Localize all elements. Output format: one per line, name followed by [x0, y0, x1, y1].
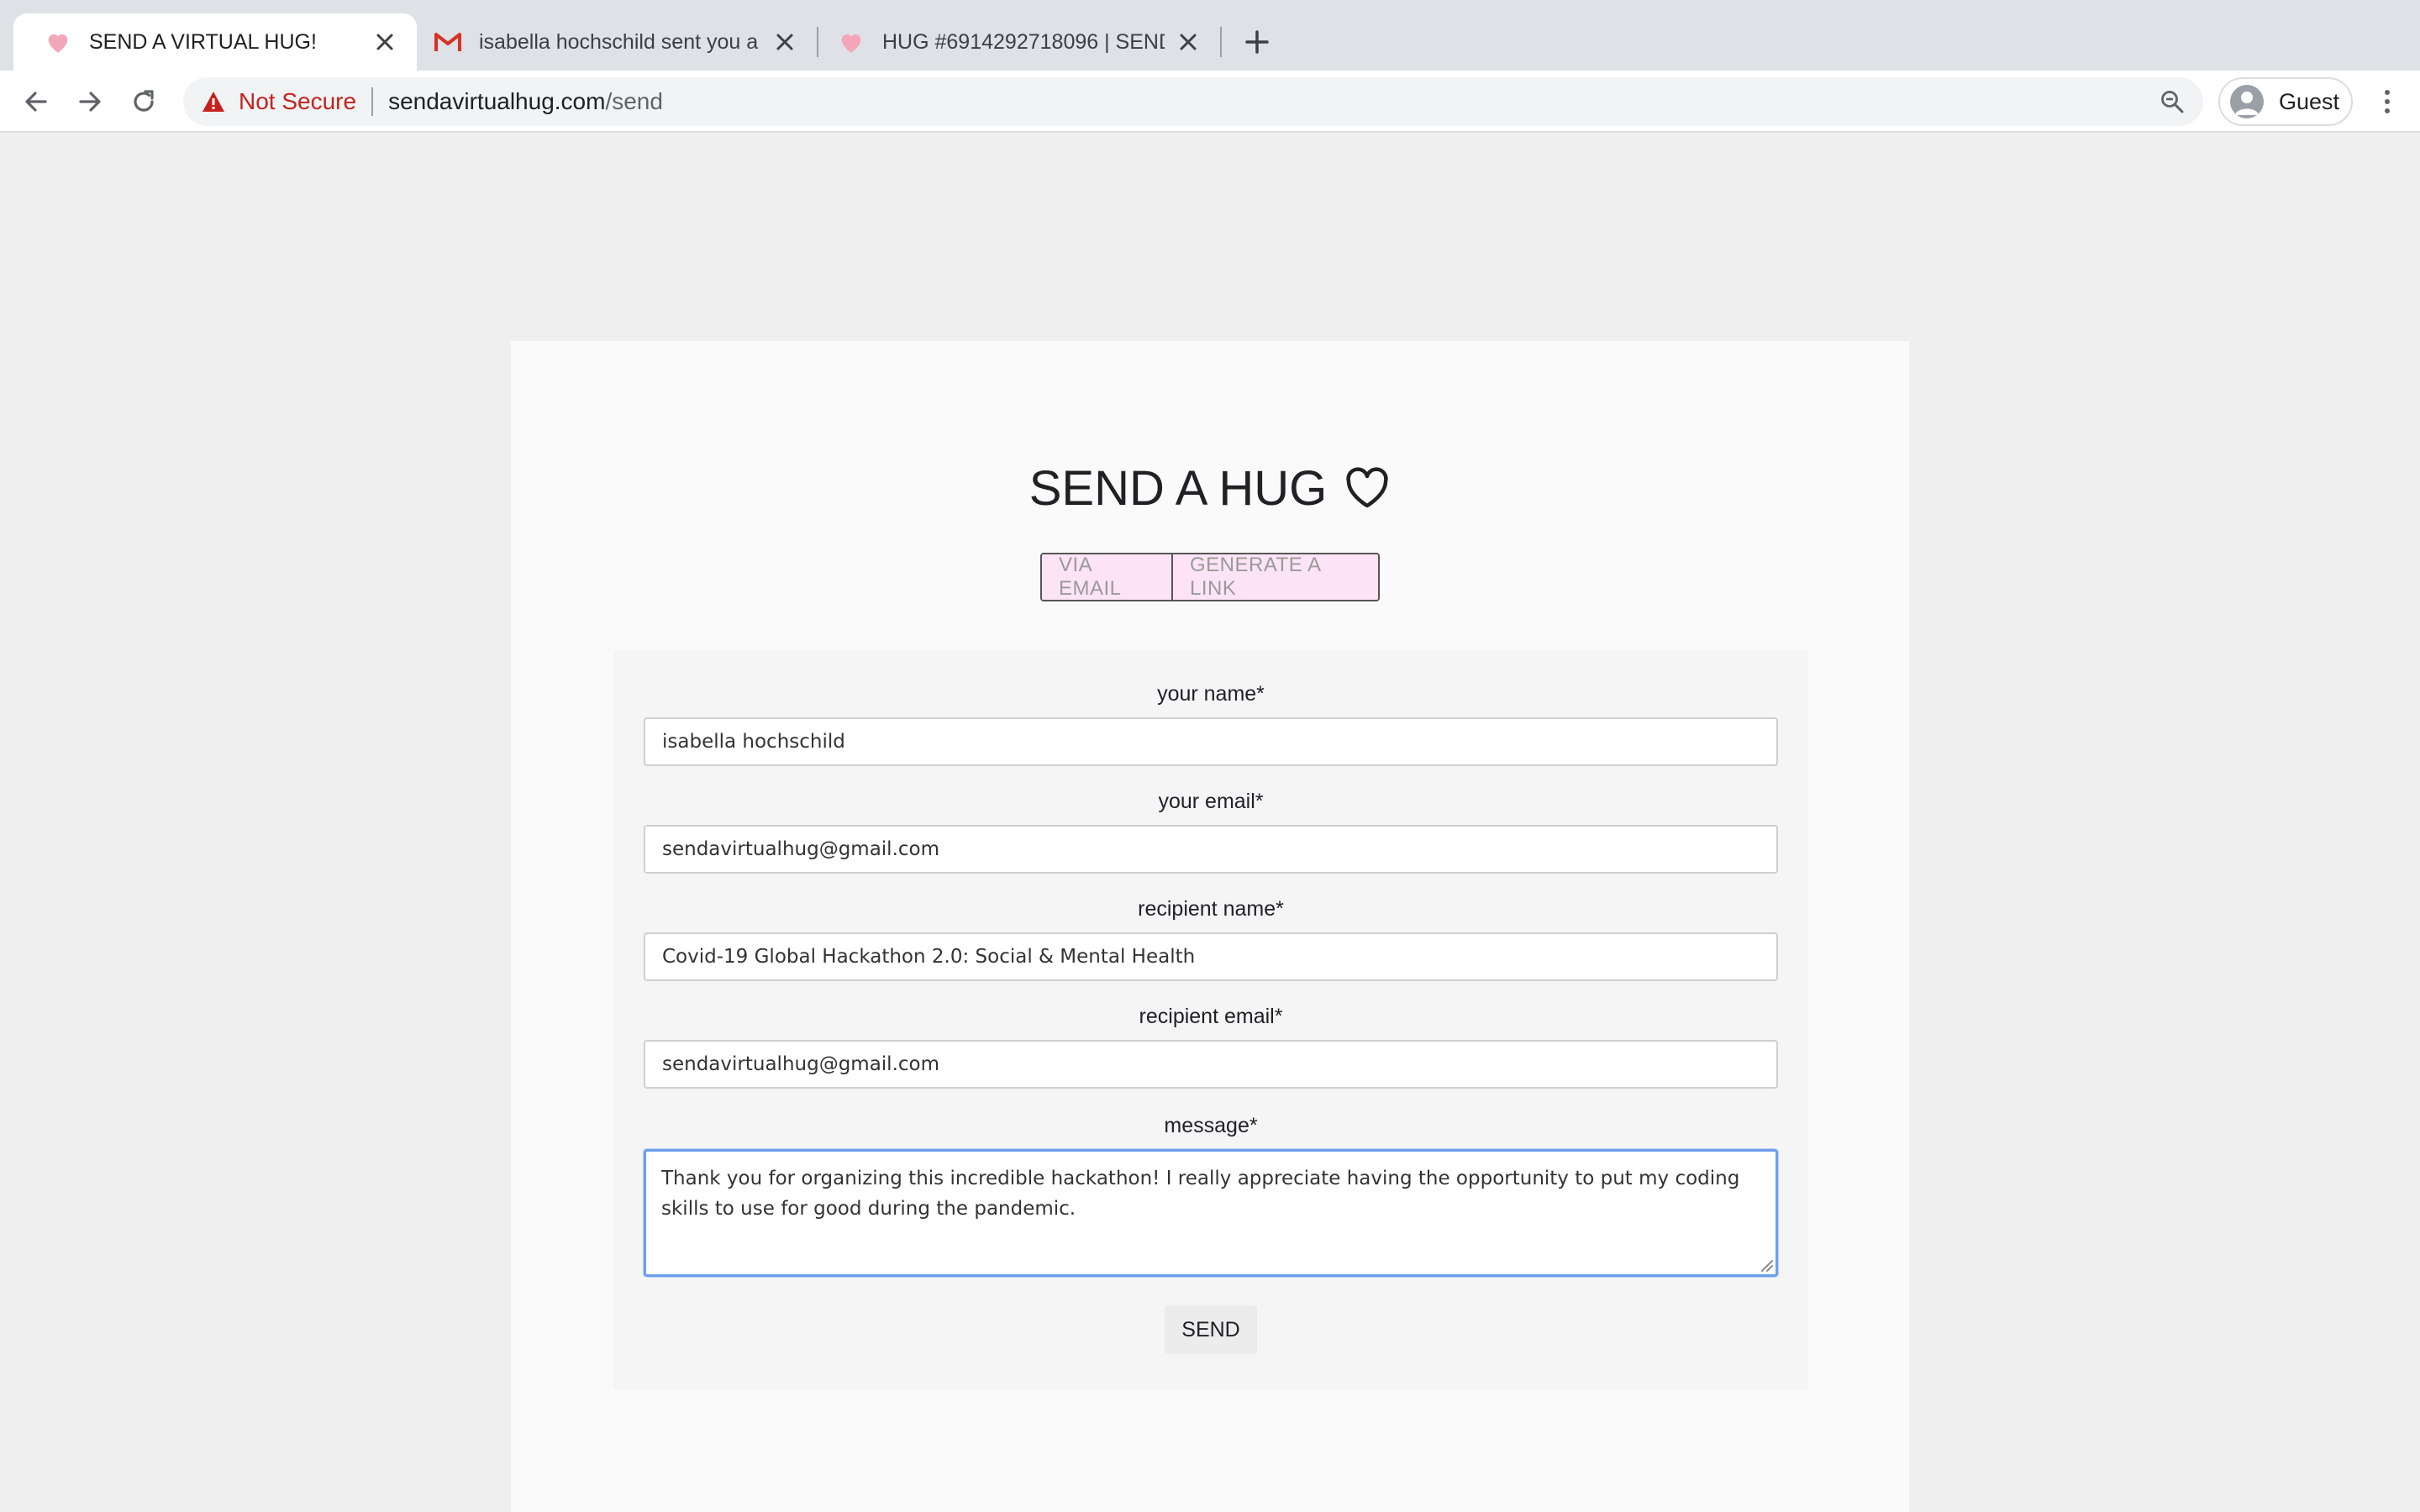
via-email-button[interactable]: VIA EMAIL: [1042, 554, 1171, 600]
arrow-right-icon: [79, 92, 101, 112]
recipient-email-input[interactable]: sendavirtualhug@gmail.com: [644, 1040, 1778, 1089]
close-icon[interactable]: [770, 27, 800, 57]
tab-separator: [1220, 27, 1222, 57]
reload-button[interactable]: [124, 82, 163, 121]
tab-strip: SEND A VIRTUAL HUG! isabella hochschild …: [0, 0, 2420, 71]
divider: [371, 87, 374, 116]
heart-icon: [44, 28, 72, 56]
tab-title: HUG #6914292718096 | SEND: [882, 29, 1165, 54]
address-bar[interactable]: Not Secure sendavirtualhug.com/send: [183, 77, 2203, 126]
heart-outline-icon: [1344, 465, 1391, 512]
close-icon[interactable]: [370, 27, 400, 57]
avatar-icon: [2230, 85, 2264, 118]
plus-icon: [1245, 30, 1269, 54]
message-text: Thank you for organizing this incredible…: [661, 1168, 1740, 1220]
resize-handle-icon[interactable]: [1759, 1257, 1774, 1273]
tab-separator: [817, 27, 818, 57]
your-name-label: your name*: [1157, 682, 1265, 706]
back-button[interactable]: [17, 82, 55, 121]
recipient-email-label: recipient email*: [1139, 1005, 1283, 1028]
url-path: /send: [605, 88, 663, 114]
warning-icon[interactable]: [198, 87, 229, 117]
profile-button[interactable]: Guest: [2218, 77, 2353, 126]
forward-button[interactable]: [71, 82, 109, 121]
tab-title: SEND A VIRTUAL HUG!: [89, 29, 317, 54]
send-button[interactable]: SEND: [1165, 1305, 1257, 1354]
url-host: sendavirtualhug.com: [388, 88, 606, 114]
hug-form: your name* isabella hochschild your emai…: [613, 650, 1808, 1389]
security-status[interactable]: Not Secure: [239, 88, 356, 115]
heart-icon: [837, 28, 865, 56]
message-label: message*: [1164, 1114, 1258, 1137]
send-mode-toggle: VIA EMAIL GENERATE A LINK: [1040, 553, 1380, 601]
your-email-label: your email*: [1158, 790, 1264, 813]
message-textarea[interactable]: Thank you for organizing this incredible…: [644, 1149, 1778, 1277]
browser-toolbar: Not Secure sendavirtualhug.com/send Gues…: [0, 71, 2420, 133]
arrow-left-icon: [25, 92, 47, 112]
close-icon[interactable]: [1173, 27, 1203, 57]
menu-button[interactable]: [2368, 82, 2407, 121]
more-vertical-icon: [2385, 90, 2390, 113]
zoom-icon[interactable]: [2156, 86, 2188, 118]
reload-icon: [134, 90, 154, 112]
profile-label: Guest: [2279, 88, 2340, 114]
page-title: SEND A HUG: [511, 460, 1909, 517]
tab-send-a-virtual-hug[interactable]: SEND A VIRTUAL HUG!: [13, 13, 417, 71]
tab-gmail[interactable]: isabella hochschild sent you a: [417, 13, 817, 71]
tab-title: isabella hochschild sent you a: [479, 29, 759, 54]
generate-link-button[interactable]: GENERATE A LINK: [1171, 554, 1378, 600]
send-hug-card: SEND A HUG VIA EMAIL GENERATE A LINK you…: [511, 341, 1909, 1512]
gmail-icon: [434, 28, 462, 56]
your-name-input[interactable]: isabella hochschild: [644, 717, 1778, 766]
recipient-name-input[interactable]: Covid-19 Global Hackathon 2.0: Social & …: [644, 932, 1778, 981]
tab-hug-detail[interactable]: HUG #6914292718096 | SEND: [820, 13, 1220, 71]
page-title-text: SEND A HUG: [1028, 461, 1328, 516]
recipient-name-label: recipient name*: [1138, 897, 1284, 921]
new-tab-button[interactable]: [1239, 24, 1276, 60]
your-email-input[interactable]: sendavirtualhug@gmail.com: [644, 825, 1778, 874]
